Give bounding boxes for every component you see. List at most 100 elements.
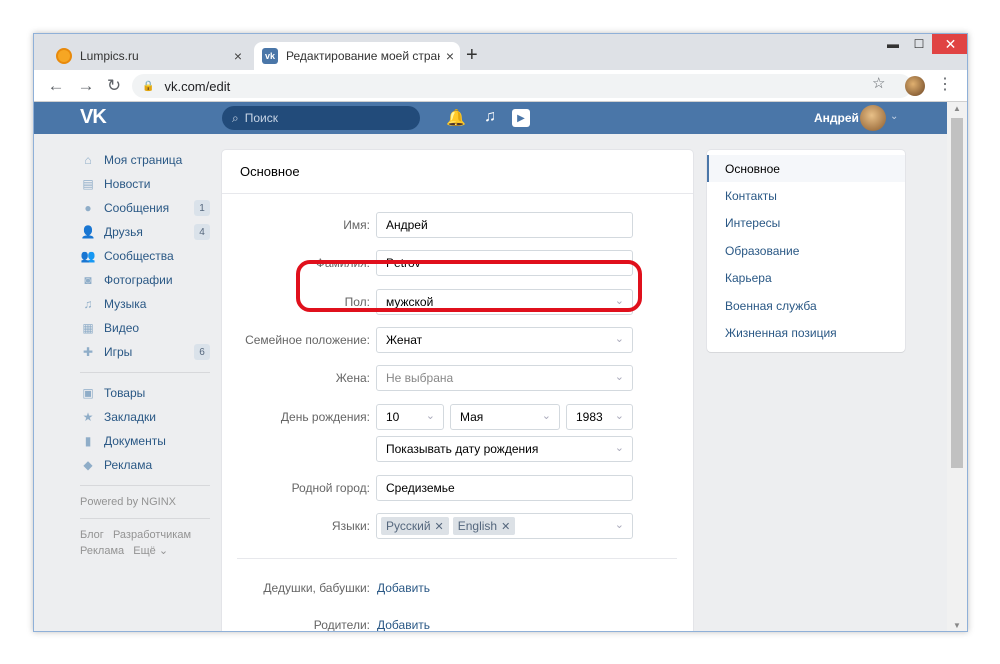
back-button[interactable]: ← bbox=[44, 74, 68, 98]
tab-career[interactable]: Карьера bbox=[707, 265, 905, 292]
sidebar-item-label: Сообщества bbox=[104, 249, 174, 263]
sidebar-item-label: Фотографии bbox=[104, 273, 173, 287]
footer-link-developers[interactable]: Разработчикам bbox=[113, 529, 191, 541]
sidebar-item-documents[interactable]: ▮ Документы bbox=[80, 429, 210, 453]
chevron-down-icon[interactable]: ⌄ bbox=[890, 111, 898, 122]
sidebar-item-label: Новости bbox=[104, 177, 151, 191]
row-birthday-visibility: Показывать дату рождения ⌄ bbox=[222, 436, 693, 462]
url-field[interactable]: 🔒 vk.com/edit bbox=[132, 74, 912, 98]
marital-select[interactable]: Женат ⌄ bbox=[376, 327, 633, 353]
row-languages: Языки: Русский ✕ English ✕ ⌄ bbox=[222, 513, 693, 539]
chip-label: English bbox=[457, 519, 498, 533]
birthday-visibility-select[interactable]: Показывать дату рождения ⌄ bbox=[376, 436, 633, 462]
close-window-button[interactable]: ✕ bbox=[932, 34, 967, 54]
profile-avatar[interactable] bbox=[905, 76, 925, 96]
sidebar-item-ads[interactable]: ◆ Реклама bbox=[80, 453, 210, 477]
divider bbox=[237, 558, 677, 559]
sidebar-item-games[interactable]: ✚ Игры 6 bbox=[80, 340, 210, 364]
music-icon[interactable]: ♫ bbox=[484, 108, 496, 126]
divider bbox=[80, 372, 210, 373]
chevron-down-icon: ⌄ bbox=[425, 410, 435, 422]
reload-button[interactable]: ↻ bbox=[102, 74, 126, 98]
sidebar-item-friends[interactable]: 👤 Друзья 4 bbox=[80, 220, 210, 244]
count-badge: 6 bbox=[194, 344, 210, 360]
chevron-down-icon: ⌄ bbox=[614, 333, 624, 345]
footer-link-blog[interactable]: Блог bbox=[80, 529, 104, 541]
scrollbar[interactable]: ▲ ▼ bbox=[947, 102, 967, 631]
tab-bar: Lumpics.ru × vk Редактирование моей стра… bbox=[34, 34, 967, 70]
marital-label: Семейное положение: bbox=[245, 333, 370, 347]
birthday-month-select[interactable]: Мая ⌄ bbox=[450, 404, 560, 430]
sidebar-item-label: Реклама bbox=[104, 458, 153, 472]
add-grandparents-link[interactable]: Добавить bbox=[377, 581, 430, 595]
count-badge: 1 bbox=[194, 200, 210, 216]
tab-vk-edit[interactable]: vk Редактирование моей страниц × bbox=[254, 42, 460, 70]
sidebar-item-music[interactable]: ♫ Музыка bbox=[80, 292, 210, 316]
row-first-name: Имя: Андрей bbox=[222, 212, 693, 238]
minimize-button[interactable]: ▬ bbox=[880, 34, 906, 54]
vk-logo[interactable]: VK bbox=[80, 106, 107, 129]
birthday-year-select[interactable]: 1983 ⌄ bbox=[566, 404, 633, 430]
sidebar-item-my-page[interactable]: ⌂ Моя страница bbox=[80, 148, 210, 172]
maximize-button[interactable]: ☐ bbox=[906, 34, 932, 54]
remove-chip-icon[interactable]: ✕ bbox=[435, 520, 444, 533]
tab-military[interactable]: Военная служба bbox=[707, 292, 905, 319]
field-value: Показывать дату рождения bbox=[386, 442, 539, 456]
video-player-icon[interactable]: ▶ bbox=[512, 109, 530, 127]
left-sidebar: ⌂ Моя страница ▤ Новости ● Сообщения 1 👤 Друз… bbox=[80, 148, 210, 559]
tab-basic[interactable]: Основное bbox=[707, 155, 905, 183]
bookmark-star-icon[interactable]: ☆ bbox=[872, 74, 885, 92]
sidebar-item-label: Закладки bbox=[104, 410, 156, 424]
tab-lumpics[interactable]: Lumpics.ru × bbox=[48, 42, 248, 70]
browser-menu-icon[interactable]: ⋮ bbox=[937, 74, 953, 94]
tab-life-position[interactable]: Жизненная позиция bbox=[707, 319, 905, 346]
sidebar-item-video[interactable]: ▦ Видео bbox=[80, 316, 210, 340]
sidebar-item-goods[interactable]: ▣ Товары bbox=[80, 381, 210, 405]
edit-form-panel: Основное Имя: Андрей Фамилия: Petrov Пол… bbox=[222, 150, 693, 631]
bell-icon[interactable]: 🔔 bbox=[446, 108, 466, 128]
add-parents-link[interactable]: Добавить bbox=[377, 618, 430, 631]
scroll-up-icon[interactable]: ▲ bbox=[953, 104, 961, 113]
tab-education[interactable]: Образование bbox=[707, 237, 905, 264]
avatar[interactable] bbox=[860, 105, 886, 131]
sidebar-item-messages[interactable]: ● Сообщения 1 bbox=[80, 196, 210, 220]
new-tab-button[interactable]: + bbox=[466, 44, 478, 67]
languages-select[interactable]: Русский ✕ English ✕ ⌄ bbox=[376, 513, 633, 539]
sidebar-item-groups[interactable]: 👥 Сообщества bbox=[80, 244, 210, 268]
page-content: ⌂ Моя страница ▤ Новости ● Сообщения 1 👤 Друз… bbox=[34, 134, 947, 631]
sidebar-item-photos[interactable]: ◙ Фотографии bbox=[80, 268, 210, 292]
tab-close-icon[interactable]: × bbox=[228, 48, 248, 64]
spouse-label: Жена: bbox=[335, 371, 370, 385]
hometown-field[interactable]: Средиземье bbox=[376, 475, 633, 501]
lumpics-favicon-icon bbox=[56, 48, 72, 64]
first-name-field[interactable]: Андрей bbox=[376, 212, 633, 238]
spouse-select[interactable]: Не выбрана ⌄ bbox=[376, 365, 633, 391]
sidebar-item-bookmarks[interactable]: ★ Закладки bbox=[80, 405, 210, 429]
sidebar-item-label: Видео bbox=[104, 321, 140, 335]
birthday-day-select[interactable]: 10 ⌄ bbox=[376, 404, 444, 430]
highlight-annotation bbox=[296, 260, 642, 312]
sidebar-item-news[interactable]: ▤ Новости bbox=[80, 172, 210, 196]
forward-button[interactable]: → bbox=[74, 74, 98, 98]
tab-close-icon[interactable]: × bbox=[440, 48, 460, 64]
scrollbar-thumb[interactable] bbox=[951, 118, 963, 468]
search-input[interactable]: ⌕ Поиск bbox=[222, 106, 420, 130]
footer-link-more[interactable]: Ещё ⌄ bbox=[133, 545, 168, 557]
sidebar-item-label: Сообщения bbox=[104, 201, 170, 215]
url-text: vk.com/edit bbox=[164, 78, 231, 94]
star-icon: ★ bbox=[82, 410, 94, 424]
tab-title: Редактирование моей страниц bbox=[286, 49, 440, 63]
tab-interests[interactable]: Интересы bbox=[707, 210, 905, 237]
user-name[interactable]: Андрей bbox=[814, 111, 859, 125]
row-parents: Родители: Добавить bbox=[222, 612, 693, 631]
footer-link-ads[interactable]: Реклама bbox=[80, 545, 124, 557]
hometown-label: Родной город: bbox=[291, 481, 370, 495]
scroll-down-icon[interactable]: ▼ bbox=[953, 621, 961, 630]
chevron-down-icon: ⌄ bbox=[614, 371, 624, 383]
grandparents-label: Дедушки, бабушки: bbox=[263, 581, 370, 595]
tab-contacts[interactable]: Контакты bbox=[707, 182, 905, 209]
divider bbox=[80, 485, 210, 486]
chevron-down-icon: ⌄ bbox=[614, 519, 624, 531]
sidebar-item-label: Игры bbox=[104, 345, 133, 359]
remove-chip-icon[interactable]: ✕ bbox=[501, 520, 510, 533]
